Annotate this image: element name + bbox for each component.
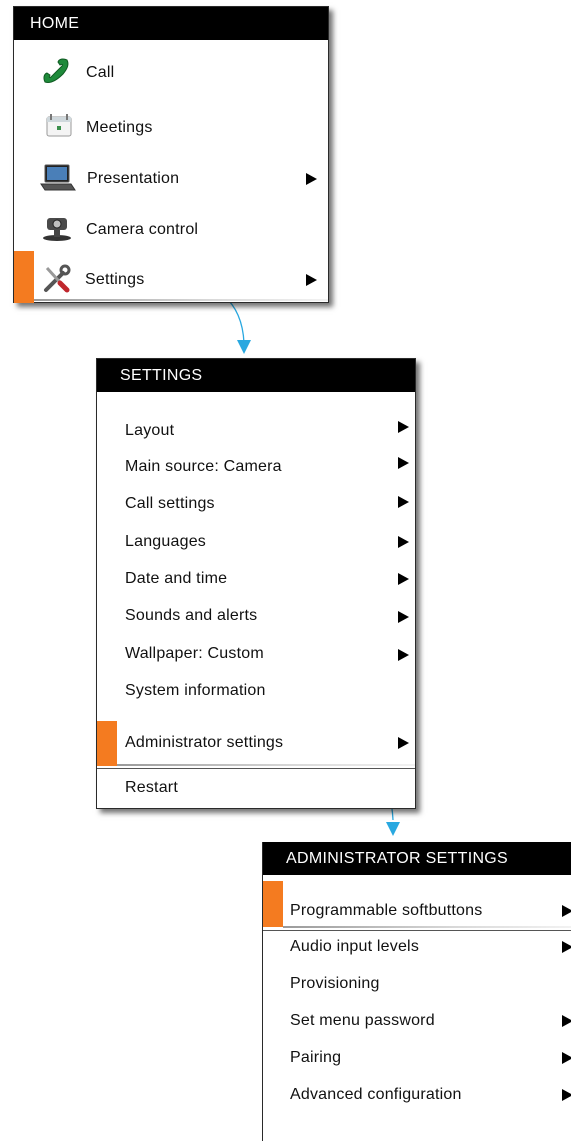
home-item-call[interactable]: Call [14, 58, 328, 93]
settings-item-restart[interactable]: Restart [97, 778, 415, 802]
admin-item-advanced-configuration[interactable]: Advanced configuration [263, 1085, 571, 1109]
home-item-presentation[interactable]: Presentation [14, 164, 328, 199]
home-item-meetings-label: Meetings [86, 119, 153, 136]
home-item-camera-control-label: Camera control [86, 221, 199, 238]
admin-menu-title: ADMINISTRATOR SETTINGS [263, 842, 571, 875]
admin-item-provisioning[interactable]: Provisioning [263, 974, 571, 998]
settings-item-administrator-label: Administrator settings [125, 734, 284, 751]
chevron-right-icon [398, 573, 409, 585]
admin-item-audio-input-levels-label: Audio input levels [290, 938, 420, 955]
chevron-right-icon [398, 611, 409, 623]
chevron-right-icon [398, 457, 409, 469]
home-item-meetings[interactable]: Meetings [14, 114, 328, 148]
settings-item-layout[interactable]: Layout [97, 421, 415, 445]
admin-menu-panel: ADMINISTRATOR SETTINGS Programmable soft… [262, 842, 571, 1141]
chevron-right-icon [562, 905, 571, 917]
admin-item-pairing-label: Pairing [290, 1049, 342, 1066]
admin-item-programmable-softbuttons-label: Programmable softbuttons [290, 902, 483, 919]
divider [263, 930, 571, 931]
settings-item-call-settings[interactable]: Call settings [97, 494, 415, 518]
chevron-right-icon [398, 496, 409, 508]
settings-item-call-settings-label: Call settings [125, 495, 215, 512]
settings-item-system-information-label: System information [125, 682, 266, 699]
chevron-right-icon [398, 421, 409, 433]
settings-menu-panel: SETTINGS Layout Main source: Camera Call… [96, 358, 416, 809]
settings-item-date-time[interactable]: Date and time [97, 569, 415, 593]
admin-item-pairing[interactable]: Pairing [263, 1048, 571, 1072]
camera-icon [40, 213, 74, 248]
admin-item-audio-input-levels[interactable]: Audio input levels [263, 937, 571, 961]
home-item-settings[interactable]: Settings [14, 264, 328, 300]
admin-item-set-menu-password[interactable]: Set menu password [263, 1011, 571, 1035]
admin-item-provisioning-label: Provisioning [290, 975, 380, 992]
settings-item-sounds-alerts[interactable]: Sounds and alerts [97, 606, 415, 630]
tools-icon [41, 263, 73, 300]
calendar-icon [44, 112, 74, 145]
home-menu-title: HOME [14, 7, 328, 40]
home-item-call-label: Call [86, 64, 115, 81]
settings-item-date-time-label: Date and time [125, 570, 228, 587]
settings-item-restart-label: Restart [125, 779, 178, 796]
settings-item-languages-label: Languages [125, 533, 206, 550]
chevron-right-icon [306, 274, 317, 286]
settings-item-wallpaper[interactable]: Wallpaper: Custom [97, 644, 415, 668]
chevron-right-icon [398, 649, 409, 661]
chevron-right-icon [562, 1015, 571, 1027]
settings-menu-title: SETTINGS [97, 359, 415, 392]
chevron-right-icon [562, 1089, 571, 1101]
laptop-icon [39, 162, 77, 199]
settings-item-layout-label: Layout [125, 422, 175, 439]
home-item-camera-control[interactable]: Camera control [14, 218, 328, 250]
settings-item-languages[interactable]: Languages [97, 532, 415, 556]
home-menu-panel: HOME Call Meetings Presentation Camera c… [13, 6, 329, 303]
settings-item-system-information[interactable]: System information [97, 681, 415, 705]
chevron-right-icon [398, 536, 409, 548]
settings-item-administrator[interactable]: Administrator settings [97, 733, 415, 757]
admin-item-set-menu-password-label: Set menu password [290, 1012, 435, 1029]
settings-item-main-source[interactable]: Main source: Camera [97, 457, 415, 481]
chevron-right-icon [562, 941, 571, 953]
home-item-presentation-label: Presentation [87, 170, 180, 187]
home-item-settings-label: Settings [85, 271, 145, 288]
admin-item-programmable-softbuttons[interactable]: Programmable softbuttons [263, 901, 571, 925]
selection-separator [117, 764, 415, 766]
settings-item-wallpaper-label: Wallpaper: Custom [125, 645, 264, 662]
chevron-right-icon [306, 173, 317, 185]
connector-arrowhead [237, 340, 251, 354]
admin-item-advanced-configuration-label: Advanced configuration [290, 1086, 462, 1103]
divider [97, 768, 415, 769]
selection-separator [283, 926, 571, 928]
settings-item-main-source-label: Main source: Camera [125, 458, 282, 475]
phone-icon [41, 56, 71, 91]
connector-arrowhead [386, 822, 400, 836]
chevron-right-icon [398, 737, 409, 749]
settings-item-sounds-alerts-label: Sounds and alerts [125, 607, 258, 624]
chevron-right-icon [562, 1052, 571, 1064]
selection-separator [34, 299, 328, 301]
